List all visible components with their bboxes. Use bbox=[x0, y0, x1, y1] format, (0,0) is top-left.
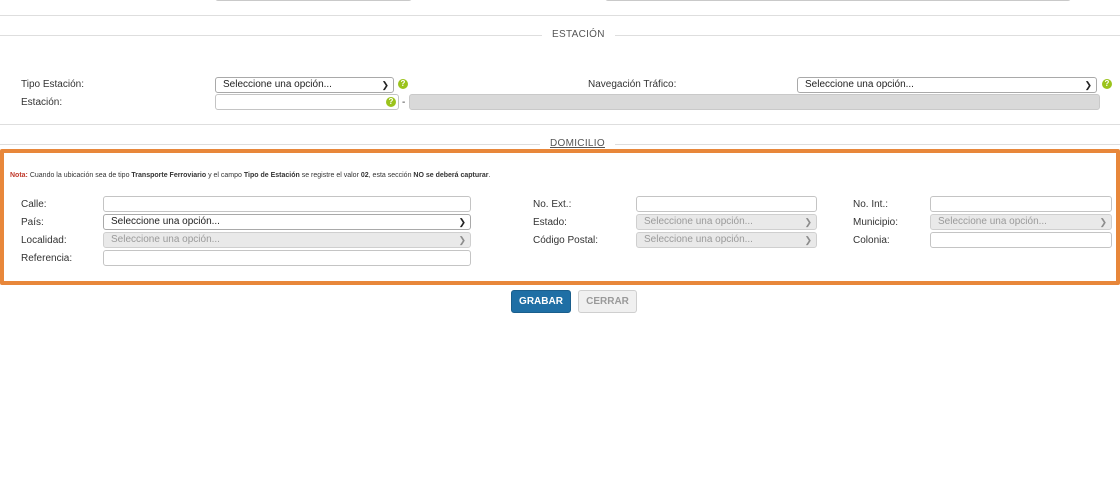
note-text: , esta sección bbox=[368, 172, 414, 179]
estacion-bottom-divider bbox=[0, 124, 1120, 125]
top-partial-field-right[interactable] bbox=[605, 0, 1071, 1]
note-prefix: Nota: bbox=[10, 172, 28, 179]
chevron-down-icon: ❯ bbox=[458, 217, 466, 227]
estacion-label: Estación: bbox=[21, 97, 63, 108]
no-ext-input[interactable] bbox=[636, 196, 817, 212]
note-text: Cuando la ubicación sea de tipo bbox=[27, 172, 132, 179]
estado-select-value: Seleccione una opción... bbox=[644, 216, 753, 227]
localidad-label: Localidad: bbox=[21, 235, 67, 246]
chevron-down-icon: ❯ bbox=[458, 235, 466, 245]
localidad-select-value: Seleccione una opción... bbox=[111, 234, 220, 245]
grabar-button[interactable]: GRABAR bbox=[511, 290, 571, 313]
no-int-input[interactable] bbox=[930, 196, 1112, 212]
help-icon[interactable]: ? bbox=[386, 97, 396, 107]
note-bold: NO se deberá capturar bbox=[413, 172, 489, 179]
estacion-section-title: ESTACIÓN bbox=[542, 29, 615, 40]
navegacion-trafico-select-value: Seleccione una opción... bbox=[805, 79, 914, 90]
note-text: se registre el valor bbox=[299, 172, 361, 179]
note-bold: 02 bbox=[360, 172, 369, 179]
help-icon[interactable]: ? bbox=[398, 79, 408, 89]
domicilio-section-title: DOMICILIO bbox=[540, 138, 615, 149]
codigo-postal-select[interactable]: Seleccione una opción... ❯ bbox=[636, 232, 817, 248]
localidad-select[interactable]: Seleccione una opción... ❯ bbox=[103, 232, 471, 248]
help-icon[interactable]: ? bbox=[1102, 79, 1112, 89]
top-partial-field-left[interactable] bbox=[215, 0, 412, 1]
municipio-select-value: Seleccione una opción... bbox=[938, 216, 1047, 227]
estacion-separator: - bbox=[402, 97, 406, 108]
navegacion-trafico-select[interactable]: Seleccione una opción... ❯ bbox=[797, 77, 1097, 93]
tipo-estacion-label: Tipo Estación: bbox=[21, 79, 84, 90]
estacion-input[interactable] bbox=[215, 94, 399, 110]
pais-select[interactable]: Seleccione una opción... ❯ bbox=[103, 214, 471, 230]
chevron-down-icon: ❯ bbox=[1099, 217, 1107, 227]
pais-select-value: Seleccione una opción... bbox=[111, 216, 220, 227]
colonia-label: Colonia: bbox=[853, 235, 890, 246]
no-int-label: No. Int.: bbox=[853, 199, 889, 210]
estado-label: Estado: bbox=[533, 217, 567, 228]
municipio-label: Municipio: bbox=[853, 217, 899, 228]
note-bold: Tipo de Estación bbox=[243, 172, 300, 179]
note-text: y el campo bbox=[206, 172, 244, 179]
estacion-description-input bbox=[409, 94, 1100, 110]
calle-input[interactable] bbox=[103, 196, 471, 212]
chevron-down-icon: ❯ bbox=[804, 217, 812, 227]
chevron-down-icon: ❯ bbox=[804, 235, 812, 245]
navegacion-trafico-label: Navegación Tráfico: bbox=[588, 79, 677, 90]
chevron-down-icon: ❯ bbox=[1084, 80, 1092, 90]
colonia-input[interactable] bbox=[930, 232, 1112, 248]
cerrar-button[interactable]: CERRAR bbox=[578, 290, 637, 313]
chevron-down-icon: ❯ bbox=[381, 80, 389, 90]
calle-label: Calle: bbox=[21, 199, 47, 210]
pais-label: País: bbox=[21, 217, 44, 228]
domicilio-note: Nota: Cuando la ubicación sea de tipo Tr… bbox=[10, 172, 490, 179]
codigo-postal-select-value: Seleccione una opción... bbox=[644, 234, 753, 245]
referencia-label: Referencia: bbox=[21, 253, 73, 264]
tipo-estacion-select-value: Seleccione una opción... bbox=[223, 79, 332, 90]
note-bold: Transporte Ferroviario bbox=[131, 172, 207, 179]
note-text: . bbox=[488, 172, 491, 179]
codigo-postal-label: Código Postal: bbox=[533, 235, 599, 246]
estado-select[interactable]: Seleccione una opción... ❯ bbox=[636, 214, 817, 230]
tipo-estacion-select[interactable]: Seleccione una opción... ❯ bbox=[215, 77, 394, 93]
no-ext-label: No. Ext.: bbox=[533, 199, 572, 210]
top-divider bbox=[0, 15, 1120, 16]
municipio-select[interactable]: Seleccione una opción... ❯ bbox=[930, 214, 1112, 230]
referencia-input[interactable] bbox=[103, 250, 471, 266]
